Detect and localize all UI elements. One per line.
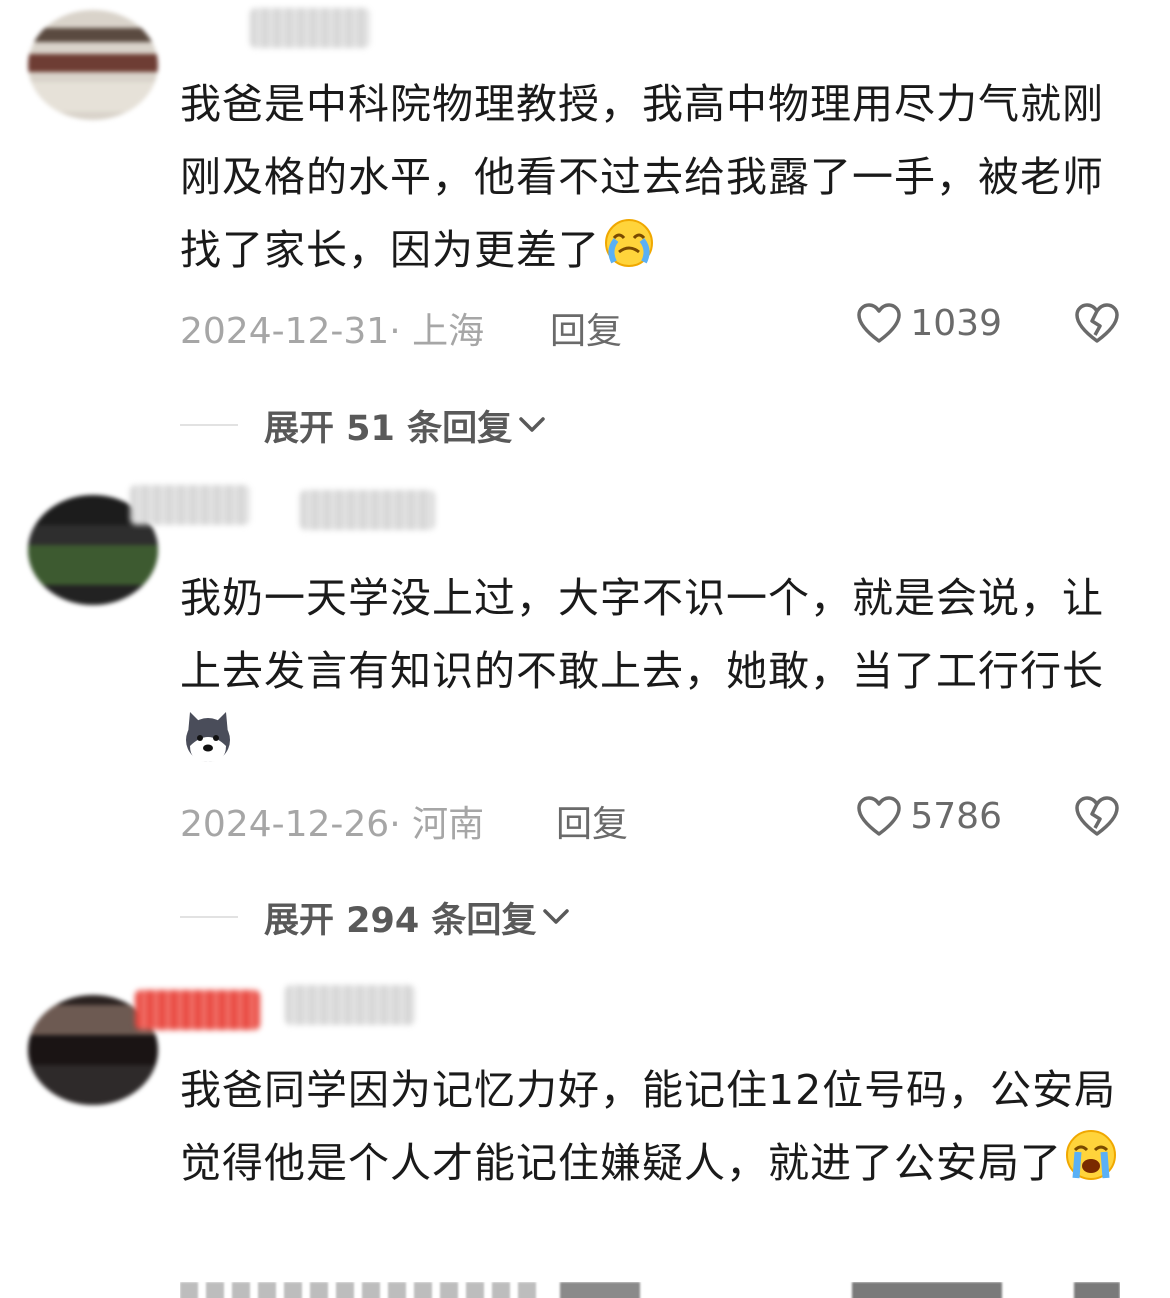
- username-blurred[interactable]: [135, 990, 260, 1030]
- loudly-crying-face-emoji: [1062, 1128, 1120, 1205]
- heart-outline-icon: [857, 796, 902, 836]
- comment-meta-partial: [180, 1282, 1120, 1298]
- username-blurred[interactable]: [130, 485, 250, 525]
- username-blurred[interactable]: [285, 985, 415, 1025]
- chevron-down-icon: [543, 909, 570, 924]
- divider-line: [180, 916, 238, 918]
- expand-replies-button[interactable]: 展开 51 条回复: [180, 400, 546, 450]
- comment-text-content: 我奶一天学没上过，大字不识一个，就是会说，让上去发言有知识的不敢上去，她敢，当了…: [180, 574, 1104, 695]
- chevron-down-icon: [519, 417, 545, 432]
- comment-text: 我爸同学因为记忆力好，能记住12位号码，公安局觉得他是个人才能记住嫌疑人，就进了…: [180, 1054, 1120, 1205]
- reply-button[interactable]: 回复: [556, 795, 628, 847]
- dislike-button[interactable]: [1074, 795, 1120, 846]
- comment-date-location: 2024-12-31· 上海: [180, 311, 485, 352]
- avatar[interactable]: [28, 10, 158, 120]
- dislike-button[interactable]: [1074, 302, 1120, 353]
- username-blurred[interactable]: [250, 8, 370, 48]
- like-button[interactable]: 5786: [856, 795, 1002, 837]
- comment-date-location: 2024-12-26· 河南: [180, 804, 485, 845]
- divider-line: [180, 424, 238, 426]
- like-count: 5786: [910, 795, 1002, 837]
- comment-text: 我奶一天学没上过，大字不识一个，就是会说，让上去发言有知识的不敢上去，她敢，当了…: [180, 562, 1120, 787]
- username-blurred[interactable]: [300, 490, 435, 530]
- reply-button[interactable]: 回复: [550, 302, 622, 354]
- comment-meta: 2024-12-26· 河南 回复 5786: [180, 795, 1120, 845]
- expand-replies-label: 展开 294 条回复: [264, 900, 537, 941]
- comment-text: 我爸是中科院物理教授，我高中物理用尽力气就刚刚及格的水平，他看不过去给我露了一手…: [180, 68, 1120, 291]
- crying-face-emoji: [600, 216, 658, 291]
- comment-text-content: 我爸同学因为记忆力好，能记住12位号码，公安局觉得他是个人才能记住嫌疑人，就进了…: [180, 1066, 1117, 1187]
- heart-outline-icon: [857, 303, 902, 343]
- broken-heart-icon: [1075, 303, 1119, 343]
- broken-heart-icon: [1075, 796, 1119, 836]
- expand-replies-label: 展开 51 条回复: [264, 408, 513, 449]
- expand-replies-button[interactable]: 展开 294 条回复: [180, 892, 570, 942]
- comment-meta: 2024-12-31· 上海 回复 1039: [180, 302, 1120, 352]
- like-button[interactable]: 1039: [856, 302, 1002, 344]
- like-count: 1039: [910, 302, 1002, 344]
- husky-dog-emoji: [180, 708, 236, 787]
